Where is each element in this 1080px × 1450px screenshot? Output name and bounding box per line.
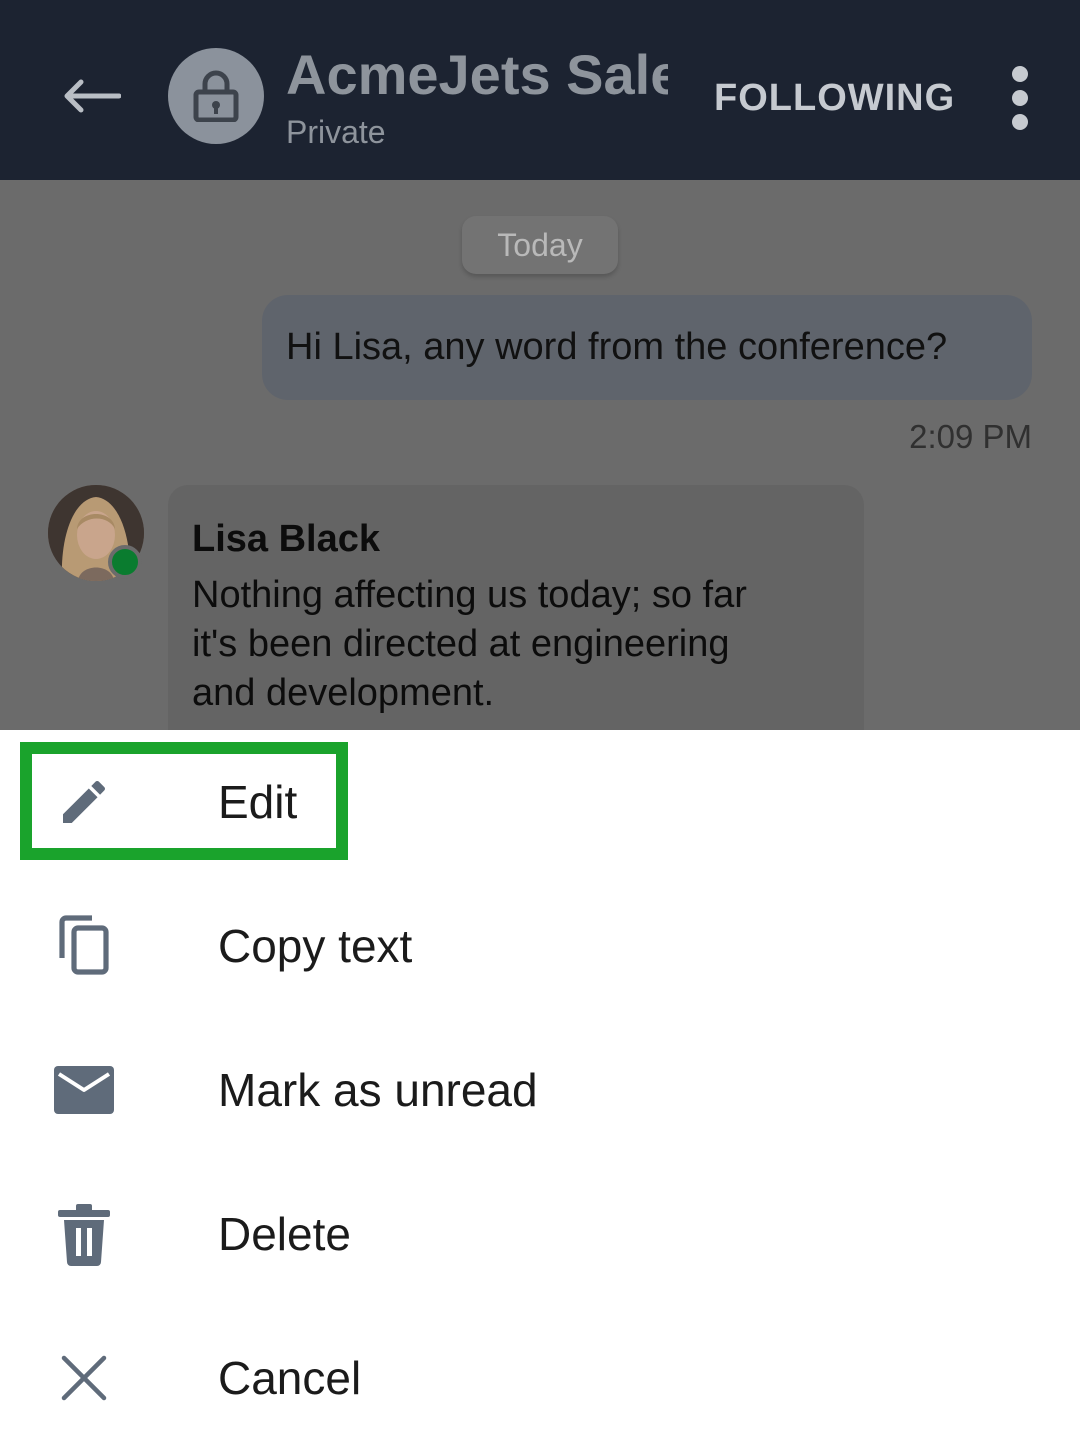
trash-icon [52,1202,116,1266]
menu-item-label: Edit [218,776,298,828]
menu-item-delete[interactable]: Delete [0,1162,1080,1306]
message-line: Nothing affecting us today; so far [192,574,747,616]
copy-icon [52,914,116,978]
lock-icon [193,70,239,122]
message-timestamp: 2:09 PM [909,418,1032,455]
incoming-message-text: Nothing affecting us today; so far it's … [192,571,840,718]
menu-item-label: Delete [218,1208,351,1260]
online-status-indicator [108,545,142,579]
menu-item-edit[interactable]: Edit [0,730,1080,874]
channel-title: AcmeJets Sales [286,43,668,106]
menu-item-label: Mark as unread [218,1064,538,1116]
channel-privacy: Private [286,114,386,150]
message-line: it's been directed at engineering [192,623,730,665]
sender-name: Lisa Black [192,518,380,560]
more-options-button[interactable] [992,58,1048,138]
close-icon [52,1346,116,1410]
pencil-icon [52,770,116,834]
message-list: Today Hi Lisa, any word from the confere… [0,180,1080,730]
channel-avatar[interactable] [168,48,264,144]
outgoing-message-text: Hi Lisa, any word from the conference? [286,326,948,368]
back-button[interactable] [52,62,132,130]
incoming-message-bubble[interactable]: Lisa Black Nothing affecting us today; s… [168,485,864,730]
date-separator: Today [462,216,618,274]
menu-item-copy-text[interactable]: Copy text [0,874,1080,1018]
more-vertical-icon [1012,66,1028,130]
envelope-icon [52,1058,116,1122]
menu-item-label: Cancel [218,1352,362,1404]
menu-item-label: Copy text [218,920,413,972]
channel-title-block[interactable]: AcmeJets Sales Private [286,40,668,152]
message-line: and development. [192,672,495,714]
back-arrow-icon [64,79,121,113]
menu-item-mark-unread[interactable]: Mark as unread [0,1018,1080,1162]
menu-item-cancel[interactable]: Cancel [0,1306,1080,1450]
app-header: AcmeJets Sales Private FOLLOWING [0,0,1080,180]
message-actions-sheet: Edit Copy text Mark as unread Delete Can… [0,730,1080,1450]
following-button[interactable]: FOLLOWING [700,70,969,126]
outgoing-message-bubble[interactable]: Hi Lisa, any word from the conference? [262,295,1032,400]
